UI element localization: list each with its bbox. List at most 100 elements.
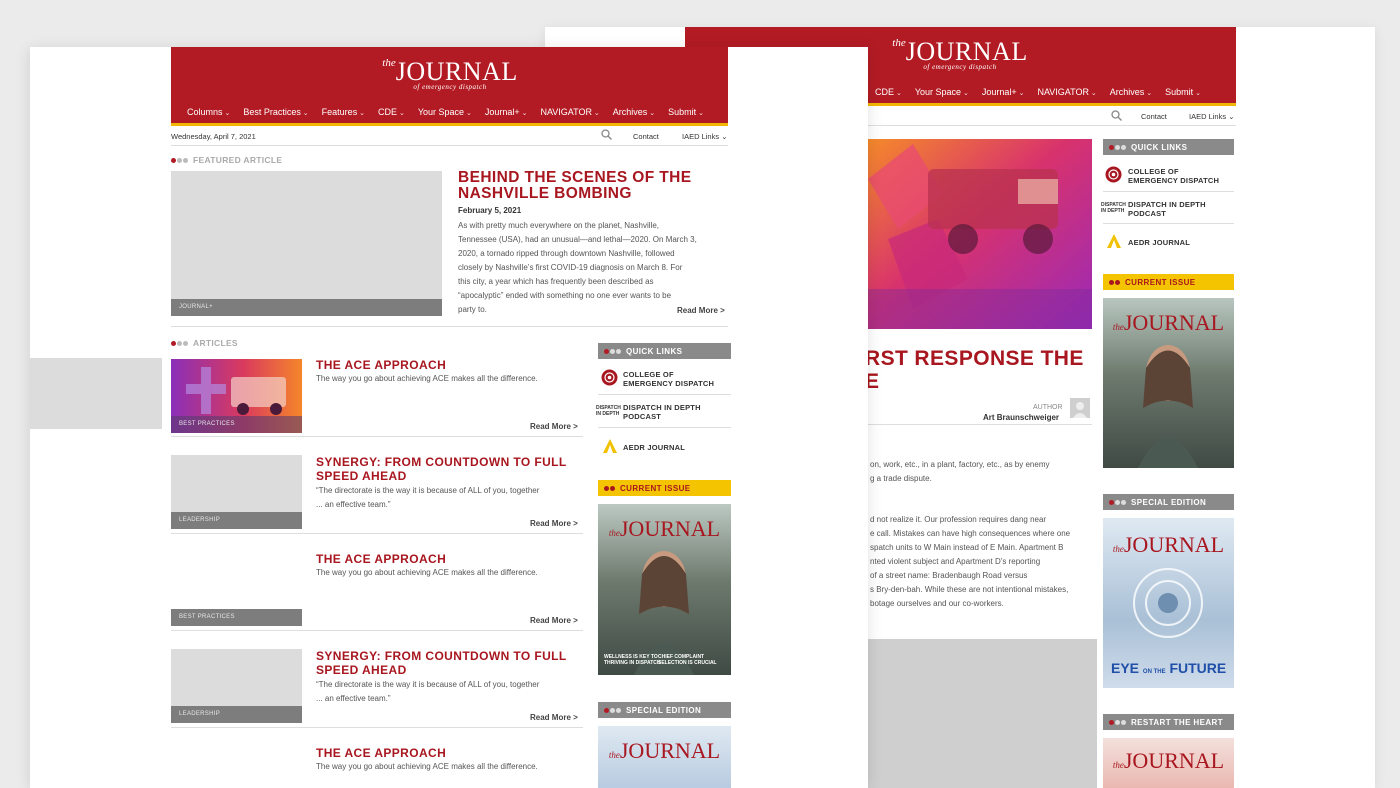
nav-item[interactable]: Journal+ (982, 87, 1025, 97)
search-icon[interactable] (1111, 110, 1122, 121)
back-logo[interactable]: theJOURNAL of emergency dispatch (885, 37, 1035, 71)
article-description: “The directorate is the way it is becaus… (316, 486, 540, 509)
category-caption: LEADERSHIP (171, 706, 302, 723)
author-avatar (1070, 398, 1090, 418)
divider (868, 125, 1236, 126)
featured-date: February 5, 2021 (458, 206, 522, 215)
special-edition-cover[interactable]: theJOURNAL (598, 726, 731, 788)
cover-logo: theJOURNAL (608, 516, 721, 541)
article-thumbnail[interactable]: BEST PRACTICES (171, 552, 302, 626)
current-issue-cover[interactable]: theJOURNAL WELLNESS IS KEY TO THRIVING IN… (598, 504, 731, 675)
restart-heart-heading: RESTART THE HEART (1103, 714, 1234, 730)
divider (171, 145, 728, 146)
divider (171, 533, 583, 534)
category-caption: LEADERSHIP (171, 512, 302, 529)
nav-item-archives[interactable]: Archives (613, 107, 655, 117)
category-caption: BEST PRACTICES (171, 609, 302, 626)
article-read-more[interactable]: Read More > (530, 422, 578, 431)
back-image-placeholder (868, 639, 1097, 788)
article-description: “The directorate is the way it is becaus… (316, 680, 540, 703)
divider (598, 427, 731, 428)
podcast-logo-icon: DISPATCH IN DEPTH (1101, 202, 1126, 214)
current-issue-heading: CURRENT ISSUE (598, 480, 731, 496)
article-title[interactable]: SYNERGY: FROM COUNTDOWN TO FULL SPEED AHE… (316, 455, 567, 483)
article-title[interactable]: THE ACE APPROACH (316, 552, 446, 566)
nav-item[interactable]: CDE (875, 87, 902, 97)
special-edition-cover[interactable]: theJOURNAL EYE ON THE FUTURE (1103, 518, 1234, 688)
divider (1103, 223, 1234, 224)
cover-portrait (1138, 345, 1198, 468)
author-label: AUTHOR (1033, 404, 1063, 411)
nav-item[interactable]: Your Space (915, 87, 969, 97)
featured-article-label: FEATURED ARTICLE (171, 155, 282, 165)
cover-logo: theJOURNAL (608, 738, 721, 763)
nav-item[interactable]: Archives (1110, 87, 1152, 97)
cover-logo: theJOURNAL (1112, 310, 1225, 335)
quick-link-podcast[interactable]: DISPATCH IN DEPTH PODCAST (1128, 200, 1206, 218)
cover-logo: theJOURNAL (1112, 532, 1225, 557)
article-title[interactable]: SYNERGY: FROM COUNTDOWN TO FULL SPEED AHE… (316, 649, 567, 677)
articles-label: ARTICLES (171, 338, 238, 348)
cover-caption-left: WELLNESS IS KEY TO THRIVING IN DISPATCH (604, 654, 661, 666)
quick-link-aedr[interactable]: AEDR JOURNAL (1128, 238, 1190, 247)
cover-caption-right: CHIEF COMPLAINT SELECTION IS CRUCIAL (658, 654, 717, 666)
quick-link-podcast[interactable]: DISPATCH IN DEPTH PODCAST (623, 403, 701, 421)
quick-link-aedr[interactable]: AEDR JOURNAL (623, 443, 685, 452)
cover-logo: theJOURNAL (1112, 748, 1225, 773)
nav-item-features[interactable]: Features (322, 107, 365, 117)
nav-item-journal-plus[interactable]: Journal+ (485, 107, 528, 117)
fire-truck-hero-image (868, 139, 1092, 329)
nav-item-best-practices[interactable]: Best Practices (243, 107, 308, 117)
divider (1103, 191, 1234, 192)
restart-heart-cover[interactable]: theJOURNAL (1103, 738, 1234, 788)
podcast-logo-icon: DISPATCH IN DEPTH (596, 405, 621, 417)
aedr-logo-icon (1107, 234, 1121, 248)
article-read-more[interactable]: Read More > (530, 519, 578, 528)
special-edition-heading: SPECIAL EDITION (1103, 494, 1234, 510)
quick-link-college[interactable]: COLLEGE OF EMERGENCY DISPATCH (623, 370, 714, 388)
contact-link[interactable]: Contact (633, 132, 659, 141)
current-issue-cover[interactable]: theJOURNAL (1103, 298, 1234, 468)
back-body-para-1: on, work, etc., in a plant, factory, etc… (870, 460, 1050, 483)
article-read-more[interactable]: Read More > (530, 616, 578, 625)
article-read-more[interactable]: Read More > (530, 713, 578, 722)
article-thumbnail[interactable]: LEADERSHIP (171, 649, 302, 723)
iaed-links-dropdown[interactable]: IAED Links ⌄ (682, 132, 727, 141)
back-body-para-2: d not realize it. Our profession require… (870, 515, 1071, 608)
divider (868, 424, 1092, 425)
article-title[interactable]: THE ACE APPROACH (316, 358, 446, 372)
featured-excerpt: As with pretty much everywhere on the pl… (458, 221, 697, 314)
nav-item[interactable]: NAVIGATOR (1037, 87, 1096, 97)
featured-image-placeholder[interactable]: JOURNAL+ (171, 171, 442, 316)
divider (598, 394, 731, 395)
article-thumbnail[interactable]: BEST PRACTICES (171, 359, 302, 433)
side-placeholder-block (30, 358, 162, 429)
aedr-logo-icon (603, 439, 617, 453)
nav-item-cde[interactable]: CDE (378, 107, 405, 117)
article-thumbnail[interactable]: LEADERSHIP (171, 455, 302, 529)
divider (171, 326, 728, 327)
quick-links-heading: QUICK LINKS (1103, 139, 1234, 155)
article-title[interactable]: THE ACE APPROACH (316, 746, 446, 760)
iaed-links-dropdown[interactable]: IAED Links ⌄ (1189, 112, 1234, 121)
quick-link-college[interactable]: COLLEGE OF EMERGENCY DISPATCH (1128, 167, 1219, 185)
college-seal-icon (601, 369, 618, 386)
nav-item-navigator[interactable]: NAVIGATOR (540, 107, 599, 117)
featured-read-more[interactable]: Read More > (677, 306, 725, 315)
back-headline: RST RESPONSE THE E (865, 347, 1084, 393)
category-caption: JOURNAL+ (171, 299, 442, 316)
article-description: The way you go about achieving ACE makes… (316, 374, 538, 383)
college-seal-icon (1105, 166, 1122, 183)
article-description: The way you go about achieving ACE makes… (316, 568, 538, 577)
nav-item-submit[interactable]: Submit (668, 107, 704, 117)
nav-item[interactable]: Submit (1165, 87, 1201, 97)
nav-item-columns[interactable]: Columns (187, 107, 230, 117)
featured-title[interactable]: BEHIND THE SCENES OF THE NASHVILLE BOMBIN… (458, 170, 692, 202)
front-logo[interactable]: theJOURNAL of emergency dispatch (375, 57, 525, 91)
author-name: Art Braunschweiger (983, 413, 1060, 422)
quick-links-heading: QUICK LINKS (598, 343, 731, 359)
nav-item-your-space[interactable]: Your Space (418, 107, 472, 117)
divider (171, 436, 583, 437)
contact-link[interactable]: Contact (1141, 112, 1167, 121)
search-icon[interactable] (601, 129, 612, 140)
